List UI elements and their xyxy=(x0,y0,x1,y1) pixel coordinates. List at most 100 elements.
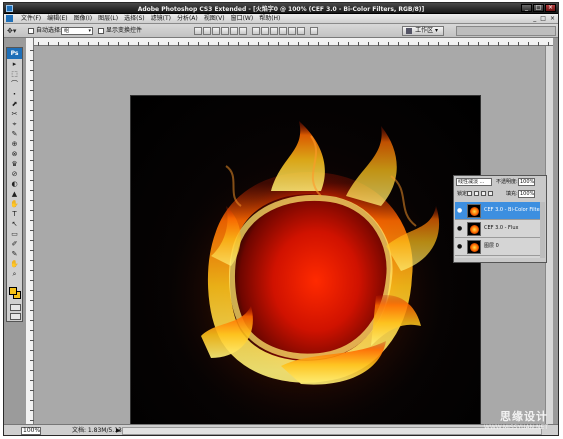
slice-tool-icon[interactable]: ✂ xyxy=(8,110,21,119)
dodge-tool-icon[interactable]: ▲ xyxy=(8,190,21,199)
ruler-tick xyxy=(538,42,539,46)
auto-select-checkbox[interactable] xyxy=(28,28,34,34)
ps-menu-icon[interactable] xyxy=(6,15,13,22)
ruler-tick xyxy=(30,200,34,201)
layer-row[interactable]: ● 图层 0 xyxy=(455,238,545,256)
opacity-label: 不透明度: xyxy=(496,179,518,185)
ruler-tick xyxy=(498,42,499,46)
move-tool-icon[interactable]: ▸ xyxy=(8,60,21,69)
eraser-tool-icon[interactable]: ♛ xyxy=(8,160,21,169)
distribute-right-button[interactable] xyxy=(297,27,305,35)
ruler-tick xyxy=(30,320,34,321)
menu-layer[interactable]: 图层(L) xyxy=(95,15,121,23)
lock-all-icon[interactable] xyxy=(488,191,493,196)
menu-image[interactable]: 图像(I) xyxy=(71,15,95,23)
distribute-bottom-button[interactable] xyxy=(270,27,278,35)
history-brush-tool-icon[interactable]: ⊗ xyxy=(8,150,21,159)
foreground-color-swatch[interactable] xyxy=(9,287,17,295)
align-hcenter-button[interactable] xyxy=(230,27,238,35)
layers-scrollbar[interactable] xyxy=(540,202,545,258)
distribute-top-button[interactable] xyxy=(252,27,260,35)
shape-tool-icon[interactable]: ▭ xyxy=(8,230,21,239)
quick-mask-icon[interactable] xyxy=(10,304,21,311)
screen-mode-icon[interactable] xyxy=(10,313,21,320)
ruler-tick xyxy=(188,42,189,46)
ruler-tick xyxy=(128,42,129,46)
eye-icon[interactable]: ● xyxy=(457,225,464,232)
menu-window[interactable]: 窗口(W) xyxy=(228,15,257,23)
auto-align-button[interactable] xyxy=(310,27,318,35)
eye-icon[interactable]: ● xyxy=(457,243,464,250)
workspace-button[interactable]: 工作区 ▾ xyxy=(402,26,444,36)
auto-select-dropdown[interactable]: 组 xyxy=(61,27,93,35)
lock-position-icon[interactable] xyxy=(481,191,486,196)
fill-field[interactable]: 100% xyxy=(518,190,535,198)
menu-select[interactable]: 选择(S) xyxy=(121,15,148,23)
align-left-button[interactable] xyxy=(221,27,229,35)
gradient-tool-icon[interactable]: ⊘ xyxy=(8,170,21,179)
align-top-button[interactable] xyxy=(194,27,202,35)
minimize-button[interactable]: _ xyxy=(521,4,532,12)
horizontal-scrollbar[interactable] xyxy=(122,427,542,435)
align-vcenter-button[interactable] xyxy=(203,27,211,35)
blend-mode-dropdown[interactable]: 线性减淡 ... xyxy=(456,178,492,186)
brush-tool-icon[interactable]: ✎ xyxy=(8,130,21,139)
ruler-tick xyxy=(30,360,34,361)
eyedropper-tool-icon[interactable]: ✎ xyxy=(8,250,21,259)
move-tool-icon[interactable]: ✥▾ xyxy=(7,27,19,35)
crop-tool-icon[interactable]: ⬈ xyxy=(8,100,21,109)
distribute-left-button[interactable] xyxy=(279,27,287,35)
ruler-tick xyxy=(30,230,34,231)
image-canvas[interactable] xyxy=(131,96,480,435)
title-bar[interactable]: Adobe Photoshop CS3 Extended - [火焰字0 @ 1… xyxy=(4,3,558,14)
layer-row[interactable]: ● CEF 3.0 - Flux xyxy=(455,220,545,238)
ruler-tick xyxy=(30,270,34,271)
ruler-tick xyxy=(88,42,89,46)
horizontal-ruler[interactable] xyxy=(26,38,553,46)
lock-pixels-icon[interactable] xyxy=(474,191,479,196)
healing-brush-tool-icon[interactable]: ⌖ xyxy=(8,120,21,129)
menu-help[interactable]: 帮助(H) xyxy=(256,15,283,23)
layer-row[interactable]: ● CEF 3.0 - Bi-Color Filters xyxy=(455,202,545,220)
close-button[interactable]: × xyxy=(545,4,556,12)
align-right-button[interactable] xyxy=(239,27,247,35)
marquee-tool-icon[interactable]: ⬚ xyxy=(8,70,21,79)
notes-tool-icon[interactable]: ✐ xyxy=(8,240,21,249)
hand-tool-icon[interactable]: ✋ xyxy=(8,260,21,269)
clone-stamp-tool-icon[interactable]: ⊕ xyxy=(8,140,21,149)
doc-close-button[interactable]: × xyxy=(550,15,555,22)
type-tool-icon[interactable]: T xyxy=(8,210,21,219)
auto-select-label: 自动选择: xyxy=(36,27,63,34)
quick-select-tool-icon[interactable]: ⬝ xyxy=(8,90,21,99)
menu-edit[interactable]: 编辑(E) xyxy=(44,15,70,23)
ruler-tick xyxy=(318,42,319,46)
path-select-tool-icon[interactable]: ↖ xyxy=(8,220,21,229)
ruler-tick xyxy=(30,300,34,301)
ruler-tick xyxy=(198,42,199,46)
eye-icon[interactable]: ● xyxy=(457,207,464,214)
doc-restore-button[interactable]: □ xyxy=(540,15,546,22)
lasso-tool-icon[interactable]: ⌒ xyxy=(8,80,21,89)
distribute-vcenter-button[interactable] xyxy=(261,27,269,35)
menu-filter[interactable]: 滤镜(T) xyxy=(148,15,174,23)
status-menu-arrow-icon[interactable]: ▶ xyxy=(116,427,121,435)
maximize-button[interactable]: □ xyxy=(533,4,544,12)
ruler-tick xyxy=(118,42,119,46)
align-bottom-button[interactable] xyxy=(212,27,220,35)
zoom-field[interactable]: 100% xyxy=(21,427,41,435)
menu-file[interactable]: 文件(F) xyxy=(18,15,44,23)
doc-minimize-button[interactable]: _ xyxy=(533,15,536,22)
blur-tool-icon[interactable]: ◐ xyxy=(8,180,21,189)
distribute-hcenter-button[interactable] xyxy=(288,27,296,35)
lock-transparency-icon[interactable] xyxy=(467,191,472,196)
ruler-tick xyxy=(368,42,369,46)
show-transform-checkbox[interactable] xyxy=(98,28,104,34)
opacity-field[interactable]: 100% xyxy=(518,178,535,186)
vertical-ruler[interactable] xyxy=(26,38,34,425)
menu-view[interactable]: 视图(V) xyxy=(201,15,228,23)
panel-dock-strip[interactable] xyxy=(456,26,556,36)
menu-analysis[interactable]: 分析(A) xyxy=(174,15,201,23)
zoom-tool-icon[interactable]: ⌕ xyxy=(8,270,21,279)
ruler-tick xyxy=(30,340,34,341)
pen-tool-icon[interactable]: ✋ xyxy=(8,200,21,209)
